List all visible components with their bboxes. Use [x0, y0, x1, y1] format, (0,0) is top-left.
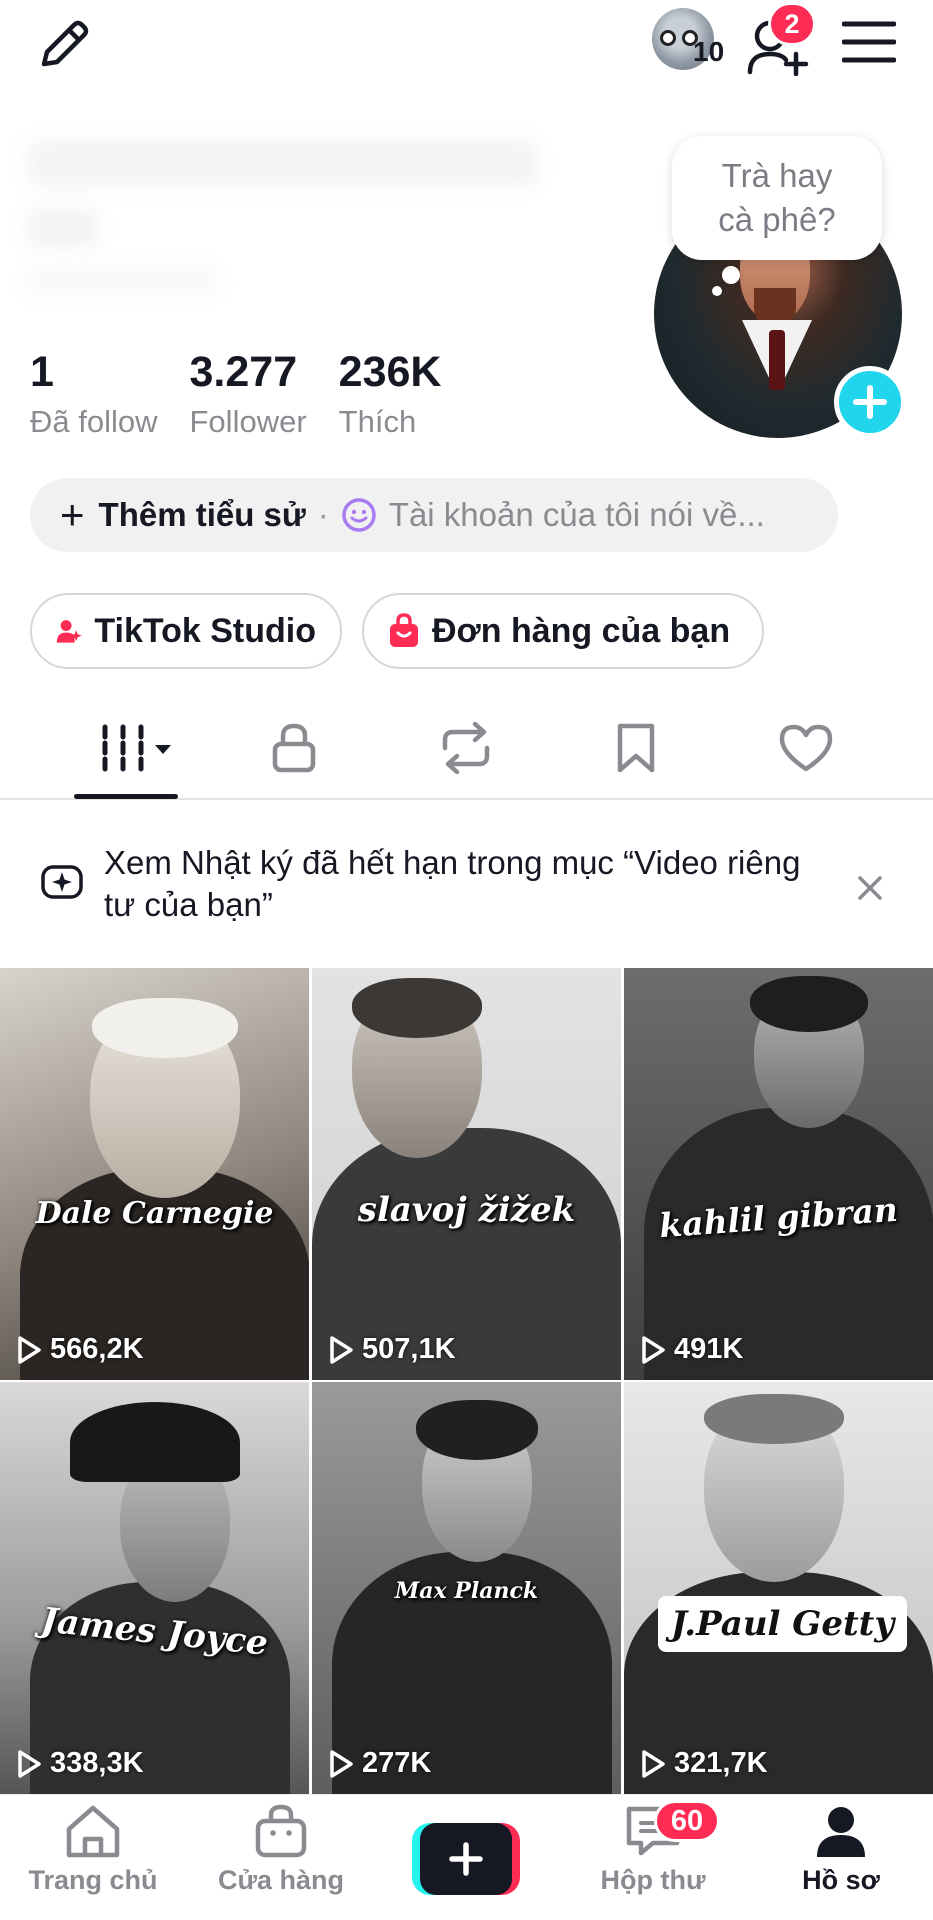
studio-icon [56, 620, 82, 643]
nav-profile-label: Hồ sơ [802, 1865, 880, 1895]
create-video-button[interactable] [412, 1823, 520, 1895]
bubble-tail-dot [722, 266, 740, 284]
add-bio-label: Thêm tiểu sử [98, 496, 306, 533]
plus-icon: + [60, 491, 85, 538]
nav-home[interactable]: Trang chủ [8, 1803, 178, 1896]
add-bio-pill[interactable]: + Thêm tiểu sử · Tài khoản của tôi nói v… [30, 478, 838, 552]
view-count-text: 321,7K [674, 1747, 768, 1779]
view-count-text: 277K [362, 1747, 432, 1779]
status-note-bubble[interactable]: Trà hay cà phê? [672, 136, 882, 260]
view-count: 321,7K [640, 1747, 768, 1780]
top-bar: 10 2 [0, 0, 933, 90]
nav-home-label: Trang chủ [28, 1865, 158, 1895]
profile-stats: 1 Đã follow 3.277 Follower 236K Thích [30, 346, 473, 444]
stat-likes-label: Thích [338, 404, 417, 439]
shopping-bag-icon [390, 613, 418, 647]
plus-icon [449, 1842, 483, 1876]
notice-text: Xem Nhật ký đã hết hạn trong mục “Video … [104, 844, 801, 923]
view-count: 566,2K [16, 1333, 144, 1366]
play-icon [330, 1335, 353, 1364]
shop-bag-icon [255, 1804, 307, 1858]
video-caption: Max Planck [394, 1578, 539, 1604]
stat-followers-label: Follower [189, 404, 307, 439]
nav-shop-label: Cửa hàng [217, 1865, 345, 1895]
nav-inbox-label: Hộp thư [600, 1865, 706, 1895]
video-caption: J.Paul Getty [658, 1596, 907, 1652]
story-count: 10 [693, 36, 725, 67]
your-orders-button[interactable]: Đơn hàng của bạn [362, 593, 764, 669]
stat-following-label: Đã follow [30, 404, 158, 439]
video-caption: Dale Carnegie [35, 1196, 274, 1231]
bio-separator: · [317, 496, 329, 533]
tab-videos[interactable] [92, 718, 182, 778]
bottom-navigation: Trang chủ Cửa hàng Hộp thư Hồ sơ [0, 1794, 933, 1920]
friend-requests-badge: 2 [768, 2, 816, 46]
blurred-profile-name [28, 140, 558, 294]
your-orders-label: Đơn hàng của bạn [432, 611, 731, 650]
edit-profile-pencil-icon[interactable] [34, 14, 94, 74]
repost-icon [442, 722, 490, 774]
play-icon [18, 1335, 41, 1364]
bio-placeholder: Tài khoản của tôi nói về... [388, 496, 765, 533]
sparkle-camera-icon [41, 865, 83, 899]
view-count: 507,1K [328, 1333, 456, 1366]
bubble-line-1: Trà hay [721, 157, 833, 194]
bubble-line-2: cà phê? [718, 201, 836, 238]
video-tile[interactable]: Dale Carnegie 566,2K [0, 968, 309, 1380]
stat-likes[interactable]: 236K Thích [339, 346, 442, 444]
close-icon[interactable] [852, 870, 888, 906]
stat-following-count: 1 [30, 348, 54, 396]
video-tile[interactable]: slavoj žižek 507,1K [312, 968, 621, 1380]
view-count-text: 507,1K [362, 1333, 456, 1365]
video-tile[interactable]: kahlil gibran 491K [624, 968, 933, 1380]
tab-liked[interactable] [776, 718, 836, 778]
tab-private[interactable] [264, 718, 324, 778]
home-icon [66, 1805, 120, 1858]
play-icon [330, 1749, 353, 1778]
play-icon [18, 1749, 41, 1778]
view-count-text: 491K [674, 1333, 744, 1365]
add-avatar-plus-icon[interactable] [834, 366, 906, 438]
profile-person-icon [817, 1807, 865, 1857]
view-count: 277K [328, 1747, 431, 1780]
menu-icon[interactable] [841, 18, 897, 66]
view-count: 491K [640, 1333, 743, 1366]
video-tile[interactable]: J.Paul Getty 321,7K [624, 1382, 933, 1794]
play-icon [642, 1749, 665, 1778]
view-count-text: 338,3K [50, 1747, 144, 1779]
nav-shop[interactable]: Cửa hàng [196, 1803, 366, 1896]
tiktok-studio-label: TikTok Studio [94, 611, 316, 650]
tab-reposts[interactable] [436, 718, 496, 778]
video-tile[interactable]: Max Planck 277K [312, 1382, 621, 1794]
add-bio-button[interactable]: + Thêm tiểu sử [60, 494, 306, 536]
nav-profile[interactable]: Hồ sơ [756, 1803, 926, 1896]
stat-likes-count: 236K [338, 348, 442, 396]
stat-followers-count: 3.277 [189, 348, 298, 396]
tab-favorites[interactable] [606, 718, 666, 778]
tiktok-studio-button[interactable]: TikTok Studio [30, 593, 342, 669]
profile-tabs [0, 700, 933, 800]
bubble-tail-dot-small [712, 286, 722, 296]
lock-icon [272, 723, 316, 773]
expired-diary-notice[interactable]: Xem Nhật ký đã hết hạn trong mục “Video … [0, 820, 933, 970]
play-icon [642, 1335, 665, 1364]
grid-icon [102, 724, 171, 772]
smiley-icon [342, 498, 376, 532]
active-tab-indicator [74, 794, 178, 799]
video-caption: slavoj žižek [357, 1190, 576, 1230]
view-count: 338,3K [16, 1747, 144, 1780]
bookmark-icon [617, 723, 655, 773]
stat-followers[interactable]: 3.277 Follower [190, 346, 307, 444]
inbox-unread-badge: 60 [654, 1800, 720, 1842]
view-count-text: 566,2K [50, 1333, 144, 1365]
video-tile[interactable]: James Joyce 338,3K [0, 1382, 309, 1794]
heart-icon [779, 724, 833, 772]
stat-following[interactable]: 1 Đã follow [30, 346, 158, 444]
